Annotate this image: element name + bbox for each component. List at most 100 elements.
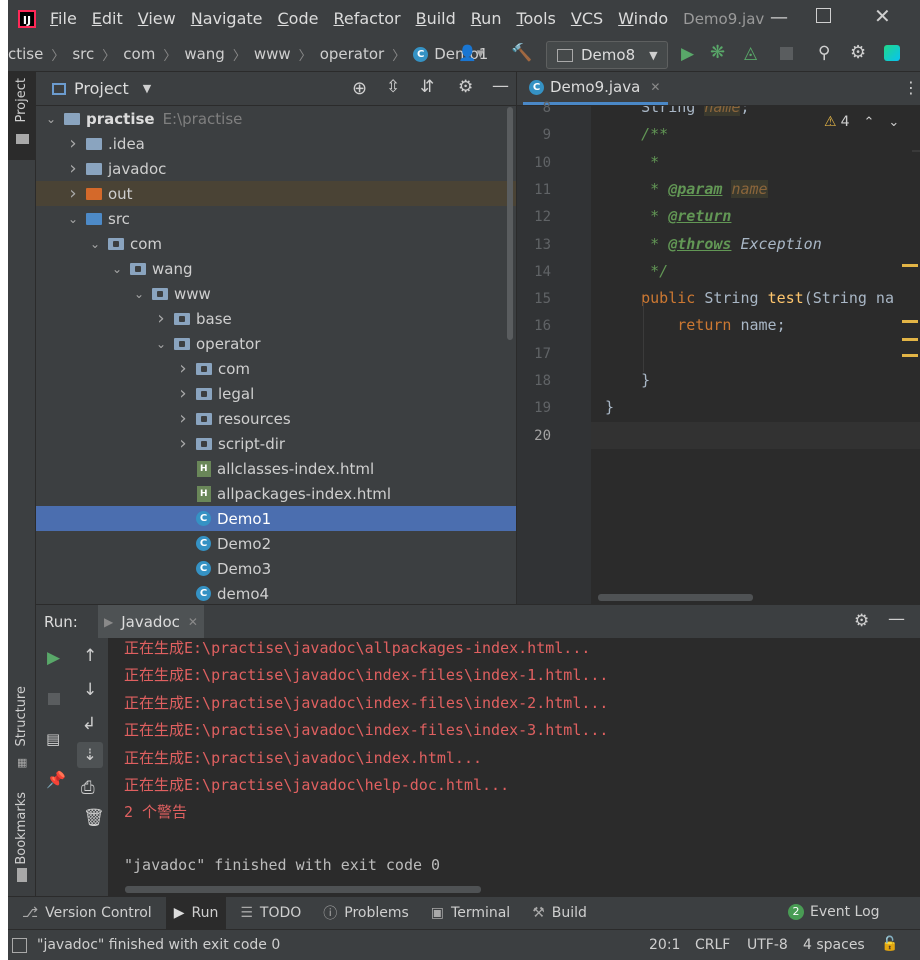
hide-run-panel-icon[interactable]: — <box>888 609 905 629</box>
pin-icon[interactable]: 📌 <box>46 770 66 789</box>
indent-setting[interactable]: 4 spaces <box>803 937 865 953</box>
maximize-icon[interactable] <box>816 8 831 23</box>
chevron-down-icon[interactable]: ⌄ <box>110 262 124 276</box>
jetbrains-toolbox-icon[interactable] <box>884 45 900 61</box>
chevron-right-icon[interactable]: › <box>176 358 190 379</box>
event-log-button[interactable]: 2 Event Log <box>788 904 880 920</box>
breadcrumb-item[interactable]: ctise <box>8 45 43 63</box>
chevron-right-icon[interactable]: › <box>154 308 168 329</box>
caret-position[interactable]: 20:1 <box>649 937 680 953</box>
project-panel-title[interactable]: Project <box>74 79 129 98</box>
file-encoding[interactable]: UTF-8 <box>747 937 788 953</box>
menu-refactor[interactable]: Refactor <box>333 9 400 28</box>
tree-item[interactable]: allclasses-index.html <box>36 456 516 481</box>
menu-view[interactable]: View <box>138 9 176 28</box>
lock-icon[interactable]: 🔓 <box>881 936 898 952</box>
build-hammer-icon[interactable]: 🔨 <box>511 43 532 63</box>
breadcrumb-item[interactable]: src <box>72 45 94 63</box>
view-mode-chevron-icon[interactable]: ▼ <box>143 82 151 95</box>
down-arrow-icon[interactable]: ↓ <box>83 680 97 700</box>
coverage-icon[interactable]: ◬ <box>744 43 757 63</box>
menu-build[interactable]: Build <box>416 9 456 28</box>
breadcrumb-item[interactable]: com <box>123 45 155 63</box>
user-icon[interactable]: 👤▾ <box>458 44 484 62</box>
tree-item[interactable]: ⌄ operator <box>36 331 516 356</box>
tree-item[interactable]: › resources <box>36 406 516 431</box>
run-config-select[interactable]: Demo8 ▼ <box>546 41 668 69</box>
tree-item[interactable]: › script-dir <box>36 431 516 456</box>
tree-item[interactable]: › out <box>36 181 516 206</box>
chevron-right-icon[interactable]: › <box>176 383 190 404</box>
rerun-icon[interactable]: ▶ <box>47 648 60 668</box>
console-scrollbar[interactable] <box>125 886 481 893</box>
horizontal-scrollbar[interactable] <box>598 594 753 601</box>
tree-item[interactable]: ⌄ www <box>36 281 516 306</box>
bottom-tab-todo[interactable]: ☰ TODO <box>240 905 301 921</box>
menu-windo[interactable]: Windo <box>618 9 668 28</box>
tree-item[interactable]: C Demo3 <box>36 556 516 581</box>
tree-scrollbar[interactable] <box>507 107 513 340</box>
chevron-right-icon[interactable]: › <box>176 433 190 454</box>
chevron-down-icon[interactable]: ⌄ <box>88 237 102 251</box>
tree-item[interactable]: ⌄ com <box>36 231 516 256</box>
close-run-tab-icon[interactable]: ✕ <box>188 615 198 629</box>
next-highlight-icon[interactable]: ⌄ <box>888 115 899 130</box>
chevron-down-icon[interactable]: ⌄ <box>154 337 168 351</box>
menu-run[interactable]: Run <box>471 9 502 28</box>
chevron-down-icon[interactable]: ⌄ <box>44 112 58 126</box>
up-arrow-icon[interactable]: ↑ <box>83 646 97 666</box>
structure-tool-tab[interactable]: Structure ▦ <box>8 682 36 772</box>
tree-item[interactable]: C Demo1 <box>36 506 516 531</box>
menu-file[interactable]: File <box>50 9 77 28</box>
minimize-icon[interactable]: — <box>770 7 788 28</box>
close-icon[interactable]: ✕ <box>874 4 891 28</box>
settings-gear-icon[interactable]: ⚙ <box>850 42 866 63</box>
debug-icon[interactable]: ❋ <box>710 42 725 63</box>
tool-window-toggle-icon[interactable] <box>12 937 27 953</box>
tab-menu-icon[interactable]: ⋮ <box>903 78 919 97</box>
menu-tools[interactable]: Tools <box>516 9 555 28</box>
expand-all-icon[interactable]: ⇳ <box>386 77 400 97</box>
menu-edit[interactable]: Edit <box>92 9 123 28</box>
console-output[interactable]: 正在生成E:\practise\javadoc\allpackages-inde… <box>109 638 920 896</box>
menu-navigate[interactable]: Navigate <box>191 9 263 28</box>
soft-wrap-icon[interactable]: ↲ <box>82 714 96 734</box>
chevron-down-icon[interactable]: ⌄ <box>132 287 146 301</box>
stop-icon[interactable] <box>780 47 793 60</box>
bottom-tab-problems[interactable]: ⓘ Problems <box>323 903 409 923</box>
bottom-tab-terminal[interactable]: ▣ Terminal <box>431 905 510 921</box>
chevron-right-icon[interactable]: › <box>66 158 80 179</box>
chevron-right-icon[interactable]: › <box>176 408 190 429</box>
bottom-tab-version-control[interactable]: ⎇ Version Control <box>22 905 152 921</box>
tree-root[interactable]: ⌄ practise E:\practise <box>36 106 516 131</box>
close-tab-icon[interactable]: ✕ <box>650 80 660 94</box>
print-icon[interactable]: ⎙ <box>81 778 95 798</box>
collapse-all-icon[interactable]: ⇵ <box>420 77 434 97</box>
tree-item[interactable]: › base <box>36 306 516 331</box>
tree-item[interactable]: allpackages-index.html <box>36 481 516 506</box>
scroll-to-end-icon[interactable]: ⇣ <box>77 742 103 768</box>
run-icon[interactable]: ▶ <box>681 44 694 64</box>
panel-settings-gear-icon[interactable]: ⚙ <box>458 77 473 97</box>
tree-item[interactable]: › com <box>36 356 516 381</box>
tree-item[interactable]: ⌄ src <box>36 206 516 231</box>
breadcrumb-item[interactable]: www <box>254 45 291 63</box>
tree-item[interactable]: ⌄ wang <box>36 256 516 281</box>
chevron-right-icon[interactable]: › <box>66 183 80 204</box>
hide-panel-icon[interactable]: — <box>492 76 509 96</box>
warnings-indicator[interactable]: ⚠ 4 ⌃ ⌄ <box>824 114 899 130</box>
layout-icon[interactable]: ▤ <box>46 730 60 748</box>
chevron-down-icon[interactable]: ⌄ <box>66 212 80 226</box>
locate-file-icon[interactable]: ⊕ <box>352 78 367 99</box>
clear-trash-icon[interactable]: 🗑 <box>83 808 105 828</box>
run-settings-gear-icon[interactable]: ⚙ <box>854 611 869 631</box>
chevron-right-icon[interactable]: › <box>66 133 80 154</box>
line-separator[interactable]: CRLF <box>695 937 730 953</box>
menu-code[interactable]: Code <box>278 9 319 28</box>
tree-item[interactable]: › legal <box>36 381 516 406</box>
previous-highlight-icon[interactable]: ⌃ <box>863 115 874 130</box>
tree-item[interactable]: Cdemo4 <box>36 581 516 604</box>
project-tool-tab[interactable]: Project <box>8 72 36 160</box>
bottom-tab-run[interactable]: ▶ Run <box>165 897 227 929</box>
tab-javadoc[interactable]: ▶ Javadoc ✕ <box>98 605 204 638</box>
